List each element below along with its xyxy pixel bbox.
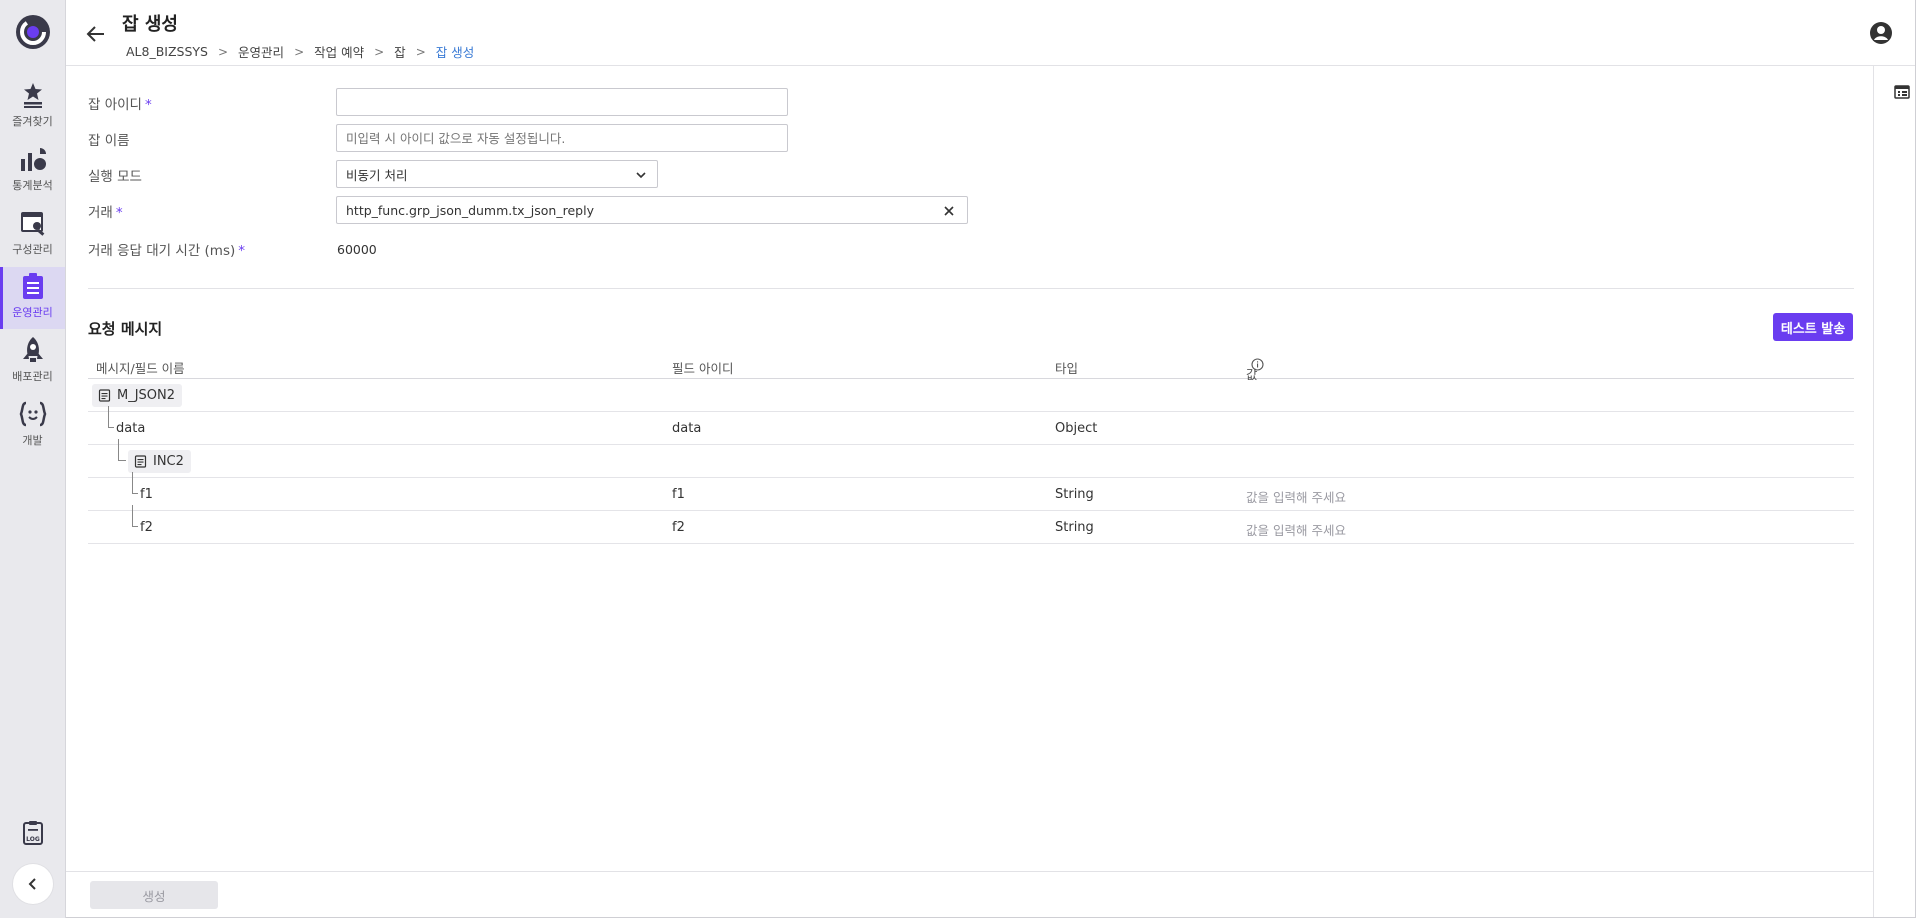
column-header: 필드 아이디: [672, 361, 734, 376]
message-name: INC2: [153, 454, 184, 469]
page-header: 잡 생성 AL8_BIZSSYS > 운영관리 > 작업 예약 > 잡 > 잡 …: [66, 0, 1915, 66]
timeout-value: 60000: [337, 242, 377, 257]
job-name-label: 잡 이름: [88, 133, 130, 149]
table-row: M_JSON2: [88, 379, 1854, 412]
table-row: f2 f2 String 값을 입력해 주세요: [88, 505, 1854, 544]
breadcrumb-item[interactable]: 운영관리: [238, 42, 284, 61]
transaction-field[interactable]: http_func.grp_json_dumm.tx_json_reply: [336, 196, 968, 224]
field-id: data: [672, 421, 702, 436]
sidebar-item-config[interactable]: 구성관리: [0, 204, 65, 266]
chevron-right-icon: >: [294, 44, 305, 59]
tree-connector: [108, 406, 114, 428]
chevron-right-icon: >: [415, 44, 426, 59]
star-list-icon: [18, 80, 48, 110]
section-divider: [88, 288, 1854, 289]
message-chip: M_JSON2: [92, 384, 183, 407]
job-id-label-text: 잡 아이디: [88, 97, 142, 113]
column-header: 메시지/필드 이름: [96, 361, 185, 376]
svg-text:LOG: LOG: [26, 836, 40, 843]
right-panel-rail: [1873, 66, 1915, 917]
field-value-input[interactable]: 값을 입력해 주세요: [1246, 487, 1346, 506]
field-type: String: [1055, 520, 1094, 535]
field-name: data: [116, 421, 146, 436]
breadcrumb-item[interactable]: 잡: [394, 42, 406, 61]
required-mark: *: [144, 97, 152, 113]
exec-mode-value: 비동기 처리: [346, 167, 408, 183]
transaction-value: http_func.grp_json_dumm.tx_json_reply: [346, 202, 594, 218]
column-header-value: 값: [1246, 358, 1264, 382]
chevron-down-icon: [635, 169, 647, 181]
main-content: 잡 아이디* 잡 이름 실행 모드 비동기 처리 거래* http_func.g…: [66, 66, 1873, 872]
table-row: data data Object: [88, 406, 1854, 445]
sidebar-collapse-button[interactable]: [13, 864, 53, 904]
rocket-icon: [18, 335, 48, 365]
create-button[interactable]: 생성: [90, 881, 218, 909]
document-icon: [134, 455, 147, 468]
transaction-label: 거래 *: [88, 201, 123, 221]
sidebar-item-favorites[interactable]: 즐겨찾기: [0, 76, 65, 138]
request-message-title: 요청 메시지: [88, 320, 163, 338]
tree-connector: [132, 472, 138, 494]
chevron-left-icon: [28, 878, 36, 890]
exec-mode-label: 실행 모드: [88, 169, 142, 185]
page-footer: 생성: [66, 871, 1873, 917]
message-name: M_JSON2: [117, 388, 176, 403]
sidebar: 즐겨찾기 통계분석 구성관리 운영관리 배포관리 개발 LOG: [0, 0, 66, 918]
required-mark: *: [238, 243, 245, 259]
sidebar-item-statistics[interactable]: 통계분석: [0, 140, 65, 202]
back-arrow-icon[interactable]: [84, 22, 108, 46]
sidebar-item-label: 구성관리: [12, 243, 53, 256]
timeout-label-text: 거래 응답 대기 시간 (ms): [88, 243, 236, 259]
code-braces-icon: [18, 399, 48, 429]
config-icon: [18, 208, 48, 238]
table-row: INC2: [88, 439, 1854, 478]
column-header: 타입: [1055, 361, 1079, 376]
log-icon[interactable]: LOG: [20, 820, 46, 846]
test-send-button[interactable]: 테스트 발송: [1773, 313, 1853, 341]
breadcrumb-item[interactable]: 작업 예약: [314, 42, 364, 61]
clipboard-list-icon: [18, 271, 48, 301]
sidebar-item-label: 배포관리: [12, 370, 53, 383]
request-message-table: 메시지/필드 이름 필드 아이디 타입 값 M_JSON2 data data …: [88, 352, 1854, 544]
breadcrumb-item[interactable]: AL8_BIZSSYS: [126, 44, 208, 59]
breadcrumb-current: 잡 생성: [435, 45, 475, 60]
sidebar-item-deploy[interactable]: 배포관리: [0, 331, 65, 393]
field-id: f1: [672, 487, 685, 502]
job-id-label: 잡 아이디 *: [88, 93, 152, 113]
close-icon[interactable]: [943, 205, 955, 217]
sidebar-item-label: 즐겨찾기: [12, 115, 53, 128]
logo-icon[interactable]: [14, 13, 52, 51]
sidebar-item-label: 개발: [22, 434, 43, 447]
chevron-right-icon: >: [217, 44, 229, 59]
field-name: f1: [140, 487, 153, 502]
field-value-input[interactable]: 값을 입력해 주세요: [1246, 520, 1346, 539]
account-circle-icon[interactable]: [1869, 21, 1893, 45]
panel-toggle-icon[interactable]: [1894, 84, 1910, 100]
table-row: f1 f1 String 값을 입력해 주세요: [88, 472, 1854, 511]
sidebar-item-label: 통계분석: [12, 179, 53, 192]
timeout-label: 거래 응답 대기 시간 (ms) *: [88, 239, 245, 259]
required-mark: *: [115, 205, 123, 221]
exec-mode-select[interactable]: 비동기 처리: [336, 160, 658, 188]
job-id-input[interactable]: [336, 88, 788, 116]
field-id: f2: [672, 520, 685, 535]
breadcrumb: AL8_BIZSSYS > 운영관리 > 작업 예약 > 잡 > 잡 생성: [126, 42, 474, 61]
page-title: 잡 생성: [122, 14, 178, 35]
document-icon: [98, 389, 111, 402]
sidebar-item-operations[interactable]: 운영관리: [0, 267, 65, 329]
field-name: f2: [140, 520, 153, 535]
field-type: String: [1055, 487, 1094, 502]
message-chip: INC2: [128, 450, 191, 473]
field-type: Object: [1055, 421, 1098, 436]
tree-connector: [118, 439, 126, 461]
transaction-label-text: 거래: [88, 205, 113, 221]
tree-connector: [132, 505, 138, 527]
job-name-input[interactable]: [336, 124, 788, 152]
sidebar-item-dev[interactable]: 개발: [0, 395, 65, 457]
chart-icon: [18, 144, 48, 174]
sidebar-item-label: 운영관리: [12, 306, 53, 319]
chevron-right-icon: >: [374, 44, 385, 59]
table-header: 메시지/필드 이름 필드 아이디 타입 값: [88, 352, 1854, 382]
